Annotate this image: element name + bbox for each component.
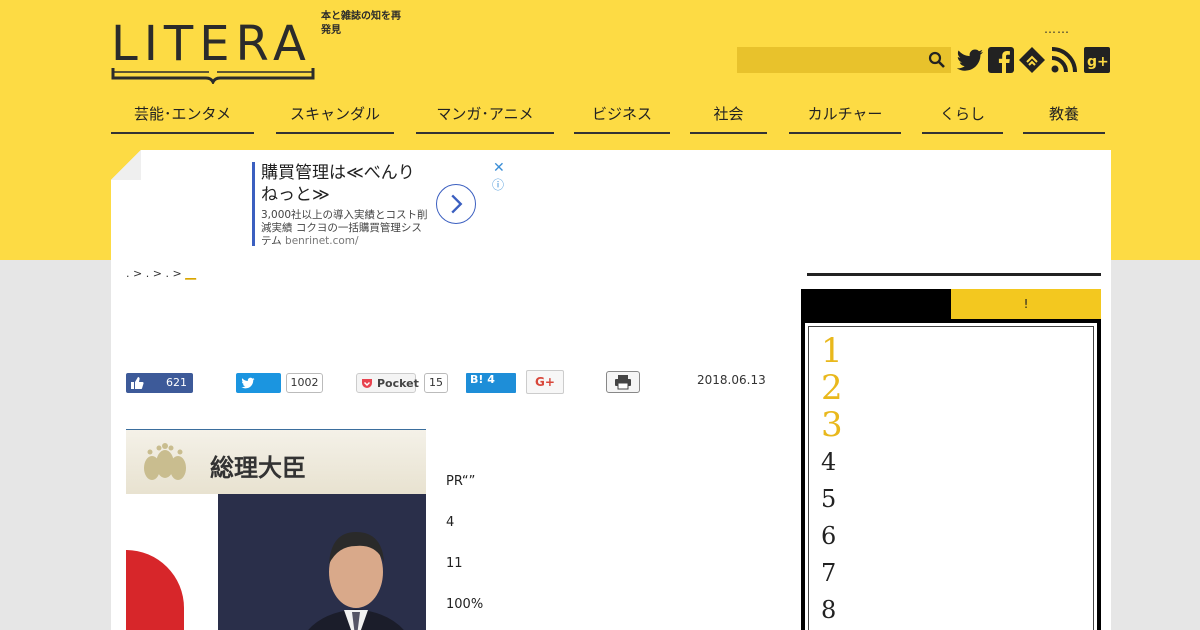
- pocket-icon: [362, 379, 372, 388]
- hatena-label: B! 4: [470, 373, 495, 386]
- nav-item-culture[interactable]: カルチャー: [789, 100, 901, 134]
- article-paragraph: 100%: [446, 597, 484, 612]
- pocket-label: Pocket: [377, 377, 419, 390]
- rss-icon[interactable]: [1050, 46, 1078, 74]
- svg-text:g+: g+: [1087, 54, 1109, 70]
- nav-item-business[interactable]: ビジネス: [574, 100, 670, 134]
- rank-number[interactable]: 2: [821, 368, 843, 408]
- breadcrumb-link[interactable]: .: [126, 267, 130, 280]
- breadcrumb: . > . > . > __: [126, 267, 196, 280]
- page-corner: [111, 150, 141, 180]
- facebook-icon[interactable]: [987, 46, 1015, 74]
- article-photo: 総理大臣: [126, 429, 426, 630]
- thumbs-up-icon: [131, 377, 144, 389]
- ranking-list: 1 2 3 4 5 6 7 8: [801, 319, 1101, 630]
- twitter-icon[interactable]: [957, 46, 985, 74]
- breadcrumb-separator: >: [152, 267, 162, 280]
- tagline: 本と雑誌の知を再発見: [321, 11, 401, 36]
- article-paragraph: 4: [446, 515, 455, 530]
- ranking-list-inner: 1 2 3 4 5 6 7 8: [808, 326, 1094, 630]
- tweet-button[interactable]: [236, 373, 281, 393]
- tab-ranking-right[interactable]: !: [951, 289, 1101, 319]
- nav-item-lifestyle[interactable]: くらし: [922, 100, 1003, 134]
- search-input[interactable]: [737, 47, 951, 73]
- article-date: 2018.06.13: [697, 373, 766, 387]
- nav-item-society[interactable]: 社会: [690, 100, 767, 134]
- rank-number[interactable]: 6: [821, 522, 836, 550]
- rank-number[interactable]: 4: [821, 448, 836, 476]
- close-icon[interactable]: ✕: [493, 160, 505, 176]
- facebook-count: 621: [166, 376, 187, 389]
- photo-caption: 総理大臣: [210, 454, 306, 482]
- print-button[interactable]: [606, 371, 640, 393]
- content-panel: 購買管理は≪べんりねっと≫ 3,000社以上の導入実績とコスト削減実績 コクヨの…: [111, 150, 1111, 630]
- info-icon[interactable]: ⓘ: [492, 176, 504, 193]
- google-plus-share-button[interactable]: G+: [526, 370, 564, 394]
- nav-item-manga-anime[interactable]: マンガ･アニメ: [416, 100, 554, 134]
- feedly-icon[interactable]: [1018, 46, 1046, 74]
- ad-description: 3,000社以上の導入実績とコスト削減実績 コクヨの一括購買管理システム ben…: [261, 209, 431, 248]
- rank-number[interactable]: 7: [821, 559, 836, 587]
- person-portrait: [308, 532, 404, 630]
- ad-banner[interactable]: 購買管理は≪べんりねっと≫ 3,000社以上の導入実績とコスト削減実績 コクヨの…: [252, 160, 512, 248]
- site-logo[interactable]: LITERA 本と雑誌の知を再発見: [111, 11, 401, 86]
- google-plus-icon[interactable]: g+: [1083, 46, 1111, 74]
- pocket-count: 15: [424, 373, 448, 393]
- rank-number[interactable]: 1: [821, 331, 843, 371]
- breadcrumb-link[interactable]: .: [165, 267, 169, 280]
- breadcrumb-separator: >: [133, 267, 143, 280]
- ad-domain: benrinet.com/: [285, 235, 359, 247]
- ranking-tabs: !: [801, 289, 1101, 319]
- printer-icon: [615, 375, 631, 390]
- sidebar-divider: [807, 273, 1101, 276]
- pocket-button[interactable]: Pocket: [356, 373, 419, 393]
- book-icon: [111, 68, 315, 84]
- facebook-like-button[interactable]: 621: [126, 373, 193, 393]
- twitter-bird-icon: [241, 377, 255, 389]
- rank-number[interactable]: 5: [821, 485, 836, 513]
- article-paragraph: 11: [446, 556, 463, 571]
- nav-item-scandal[interactable]: スキャンダル: [276, 100, 394, 134]
- main-nav: 芸能･エンタメ スキャンダル マンガ･アニメ ビジネス 社会 カルチャー くらし…: [111, 100, 1111, 136]
- breadcrumb-current: __: [185, 267, 197, 280]
- article-paragraph: PR“”: [446, 474, 476, 489]
- breadcrumb-link[interactable]: .: [146, 267, 150, 280]
- logo-text: LITERA: [111, 16, 312, 72]
- search-icon[interactable]: [928, 51, 946, 69]
- hatena-bookmark-button[interactable]: B! 4: [466, 373, 516, 393]
- ad-title[interactable]: 購買管理は≪べんりねっと≫: [261, 162, 431, 206]
- nav-item-education[interactable]: 教養: [1023, 100, 1105, 134]
- breadcrumb-separator: >: [172, 267, 182, 280]
- twitter-count: 1002: [286, 373, 323, 393]
- nav-item-entertainment[interactable]: 芸能･エンタメ: [111, 100, 254, 134]
- chevron-right-icon[interactable]: [436, 184, 476, 224]
- rank-number[interactable]: 3: [821, 405, 843, 445]
- paulownia-crest-icon: [144, 443, 186, 480]
- header-dots: ……: [1044, 22, 1070, 36]
- rank-number[interactable]: 8: [821, 596, 836, 624]
- tab-ranking-left[interactable]: [801, 289, 951, 319]
